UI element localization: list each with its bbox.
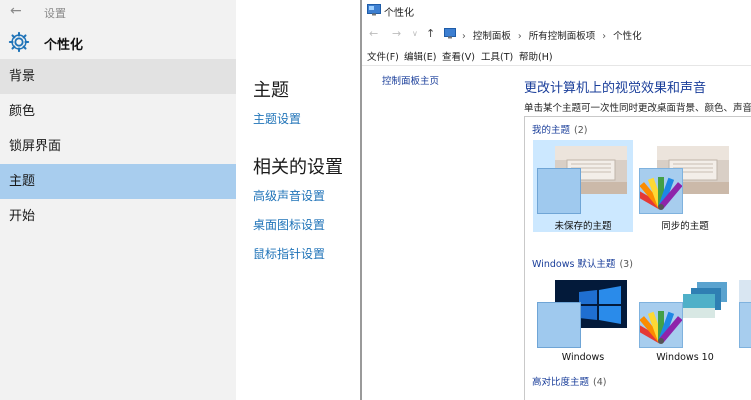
group-title: 高对比度主题 — [532, 377, 590, 388]
breadcrumb-separator-icon: › — [462, 31, 466, 42]
breadcrumb-separator-icon: › — [602, 31, 607, 42]
window-color-swatch — [537, 302, 581, 348]
window-title: 个性化 — [384, 8, 414, 19]
theme-name: Windows — [561, 352, 605, 363]
related-settings-heading: 相关的设置 — [253, 157, 343, 178]
menu-edit[interactable]: 编辑(E) — [404, 49, 436, 63]
theme-tile-partial[interactable] — [737, 274, 751, 366]
menu-view[interactable]: 查看(V) — [442, 49, 475, 63]
themes-heading: 主题 — [253, 80, 289, 101]
menu-tools[interactable]: 工具(T) — [481, 49, 513, 63]
back-icon[interactable]: ← — [369, 27, 378, 40]
cp-titlebar: 个性化 — [362, 0, 751, 22]
breadcrumb-item[interactable]: 所有控制面板项 — [529, 31, 596, 42]
group-windows-default-themes: Windows 默认主题 (3) — [532, 256, 633, 270]
breadcrumb: › 控制面板 › 所有控制面板项 › 个性化 — [458, 28, 642, 42]
group-count: (2) — [574, 125, 588, 136]
app-title: 设置 — [44, 7, 66, 20]
theme-tile-synced[interactable]: 同步的主题 — [633, 140, 735, 232]
nav-item-background[interactable]: 背景 — [0, 59, 236, 94]
theme-list: 我的主题 (2) 未保存的主题 同步的主题 Windows 默认主题 (3) W… — [524, 116, 751, 400]
breadcrumb-item[interactable]: 个性化 — [613, 31, 642, 42]
page-title: 个性化 — [44, 38, 84, 53]
chevron-down-icon[interactable]: ∨ — [412, 29, 418, 38]
color-fan-icon — [633, 177, 683, 210]
window-color-swatch — [739, 302, 751, 348]
theme-name: 未保存的主题 — [554, 221, 612, 232]
theme-tile-windows-10[interactable]: Windows 10 — [633, 274, 735, 366]
group-title: Windows 默认主题 — [532, 259, 616, 270]
control-panel-home-link[interactable]: 控制面板主页 — [382, 73, 439, 87]
settings-nav: 背景 颜色 锁屏界面 主题 开始 — [0, 59, 236, 234]
group-count: (3) — [619, 259, 633, 270]
settings-header: 个性化 — [0, 26, 236, 60]
group-my-themes: 我的主题 (2) — [532, 122, 587, 136]
group-count: (4) — [593, 377, 607, 388]
theme-thumbnail-icon — [739, 280, 751, 302]
desktop-icon-settings-link[interactable]: 桌面图标设置 — [253, 216, 325, 233]
up-arrow-icon[interactable]: ↑ — [426, 27, 435, 40]
advanced-sound-settings-link[interactable]: 高级声音设置 — [253, 187, 325, 204]
control-panel-icon — [444, 28, 456, 39]
color-fan-icon — [633, 311, 683, 344]
theme-name: Windows 10 — [656, 352, 714, 363]
window-color-swatch — [537, 168, 581, 214]
color-fan-icon — [633, 168, 683, 214]
mouse-pointer-settings-link[interactable]: 鼠标指针设置 — [253, 245, 325, 262]
nav-item-colors[interactable]: 颜色 — [0, 94, 236, 129]
breadcrumb-item[interactable]: 控制面板 — [473, 31, 511, 42]
theme-tile-windows[interactable]: Windows — [533, 274, 633, 366]
theme-settings-link[interactable]: 主题设置 — [253, 110, 301, 127]
group-title: 我的主题 — [532, 125, 571, 136]
description: 单击某个主题可一次性同时更改桌面背景、颜色、声音和屏幕保护程序。 — [524, 103, 751, 114]
nav-item-lock-screen[interactable]: 锁屏界面 — [0, 129, 236, 164]
settings-content: 主题 主题设置 相关的设置 高级声音设置 桌面图标设置 鼠标指针设置 — [236, 0, 360, 400]
back-arrow-icon[interactable]: ← — [10, 3, 26, 19]
gear-icon — [8, 31, 30, 53]
personalization-icon — [367, 4, 381, 16]
nav-item-start[interactable]: 开始 — [0, 199, 236, 234]
control-panel-window: 个性化 ← → ∨ ↑ › 控制面板 › 所有控制面板项 › 个性化 文件(F)… — [362, 0, 751, 400]
main-title: 更改计算机上的视觉效果和声音 — [524, 81, 707, 96]
forward-icon[interactable]: → — [392, 27, 401, 40]
group-high-contrast-themes: 高对比度主题 (4) — [532, 374, 606, 388]
menu-help[interactable]: 帮助(H) — [519, 49, 553, 63]
menu-file[interactable]: 文件(F) — [367, 49, 399, 63]
breadcrumb-separator-icon: › — [517, 31, 522, 42]
color-fan-icon — [633, 302, 683, 348]
settings-titlebar: ← 设置 — [0, 0, 236, 26]
address-bar: ← → ∨ ↑ › 控制面板 › 所有控制面板项 › 个性化 — [362, 22, 751, 46]
theme-tile-unsaved[interactable]: 未保存的主题 — [533, 140, 633, 232]
nav-item-themes[interactable]: 主题 — [0, 164, 236, 199]
menu-bar: 文件(F) 编辑(E) 查看(V) 工具(T) 帮助(H) — [362, 46, 751, 66]
settings-sidebar: ← 设置 个性化 背景 颜色 锁屏界面 主题 开始 — [0, 0, 236, 400]
theme-name: 同步的主题 — [661, 221, 709, 232]
settings-window: ← 设置 个性化 背景 颜色 锁屏界面 主题 开始 主题 主题设置 相关的设置 … — [0, 0, 360, 400]
